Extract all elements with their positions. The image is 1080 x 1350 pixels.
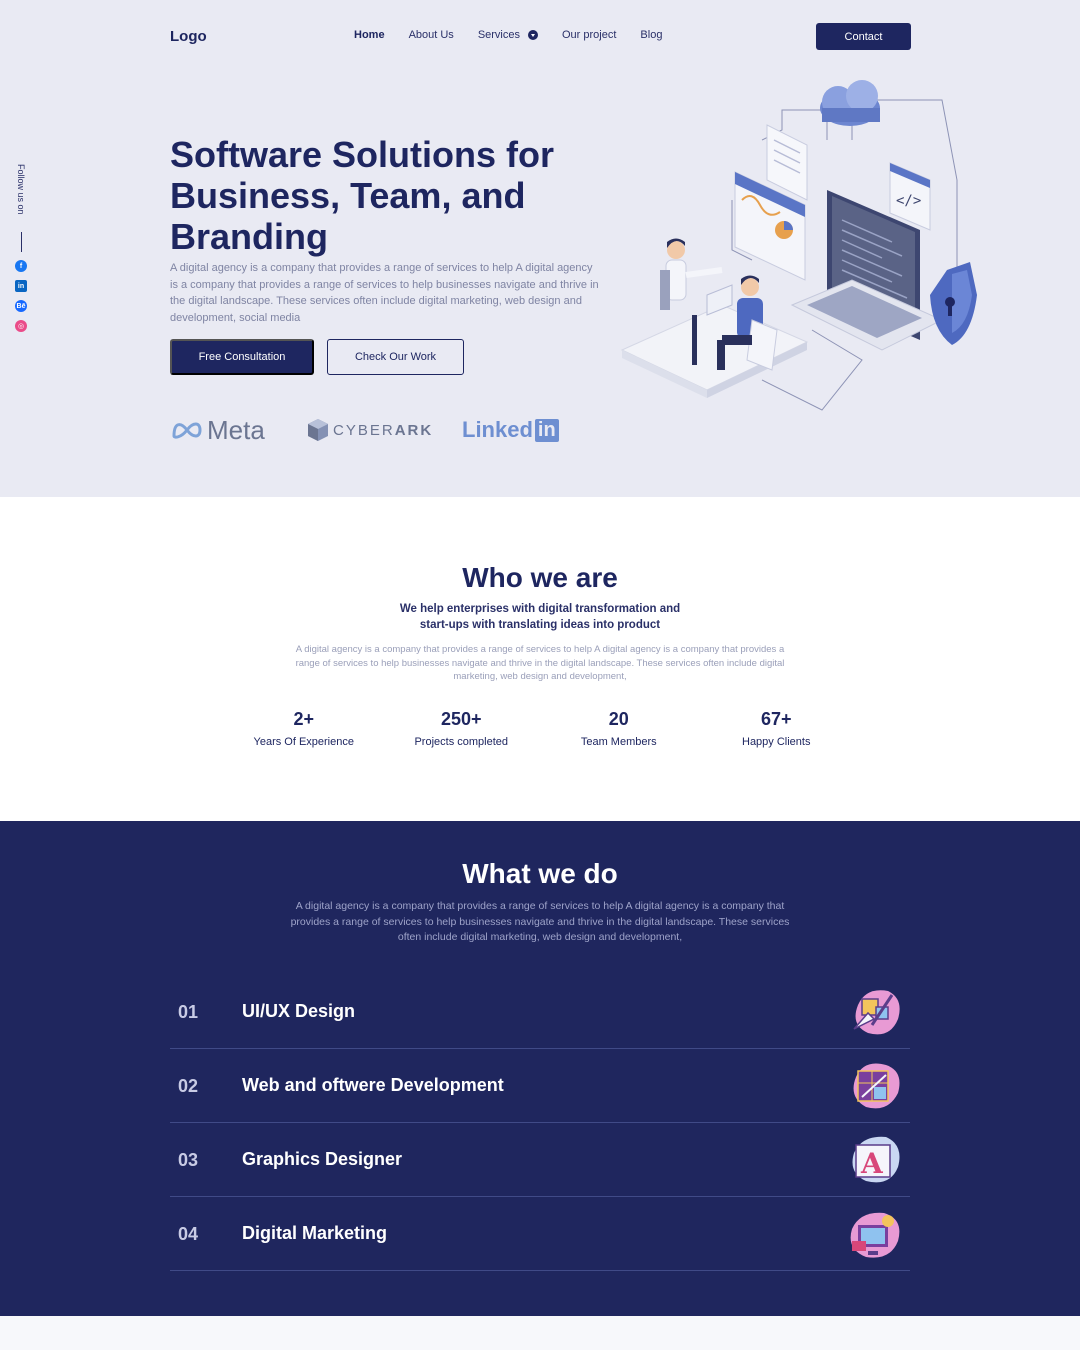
section-description: A digital agency is a company that provi…	[295, 644, 785, 682]
stat-label: Team Members	[580, 736, 657, 748]
service-title: Web and oftwere Development	[242, 1075, 504, 1095]
service-title: Graphics Designer	[242, 1149, 403, 1169]
stat-value: 2+	[293, 709, 315, 729]
cyberark-text-b: ARK	[394, 421, 434, 439]
cyberark-text-a: CYBER	[333, 421, 395, 439]
nav-home[interactable]: Home	[354, 29, 385, 41]
service-row-marketing[interactable]: 04 Digital Marketing	[170, 1197, 910, 1271]
footer-strip	[0, 1316, 1080, 1350]
nav-services-label: Services	[477, 29, 520, 41]
meta-infinity-icon	[172, 422, 202, 439]
linkedin-box: in	[534, 418, 559, 442]
cyberark-wordmark: CYBERARK	[333, 422, 433, 439]
who-we-are-section: Who we are We help enterprises with digi…	[0, 497, 1080, 821]
follow-label: Follow us on	[16, 164, 26, 215]
social-sidebar: Follow us on f in Bē ◎	[13, 164, 29, 332]
service-row-uiux[interactable]: 01 UI/UX Design	[170, 975, 910, 1049]
chevron-down-icon	[528, 30, 538, 40]
hero-description: A digital agency is a company that provi…	[170, 262, 599, 324]
web-grid-icon	[853, 1063, 900, 1109]
stat-value: 67+	[760, 709, 792, 729]
free-consultation-button[interactable]: Free Consultation	[170, 339, 314, 375]
main-nav: Home About Us Services Our project Blog	[354, 29, 686, 41]
logo[interactable]: Logo	[170, 28, 207, 45]
service-number: 04	[178, 1224, 199, 1244]
svg-text:</>: </>	[896, 193, 921, 209]
stat-item: 2+ Years Of Experience	[225, 709, 383, 748]
contact-button[interactable]: Contact	[816, 23, 911, 50]
nav-services[interactable]: Services	[478, 29, 538, 41]
meta-logo: Meta	[171, 414, 265, 446]
dribbble-icon[interactable]: ◎	[15, 320, 27, 332]
section-title: Who we are	[462, 562, 618, 593]
stat-value: 250+	[440, 709, 482, 729]
service-row-web[interactable]: 02 Web and oftwere Development	[170, 1049, 910, 1123]
what-we-do-section: What we do A digital agency is a company…	[0, 821, 1080, 1316]
design-tools-icon	[853, 990, 900, 1035]
stat-label: Happy Clients	[742, 736, 811, 748]
stats-row: 2+ Years Of Experience 250+ Projects compl…	[225, 709, 855, 748]
behance-icon[interactable]: Bē	[15, 300, 27, 312]
stat-item: 20 Team Members	[540, 709, 698, 748]
typography-icon: A	[852, 1136, 900, 1183]
divider	[21, 232, 22, 252]
check-our-work-button[interactable]: Check Our Work	[327, 339, 464, 375]
section-title: What we do	[462, 858, 618, 889]
stat-label: Years Of Experience	[253, 736, 354, 748]
hero-illustration: </>	[620, 80, 977, 411]
stat-label: Projects completed	[414, 736, 509, 748]
linkedin-icon[interactable]: in	[15, 280, 27, 292]
hero-title: Software Solutions for Business, Team, a…	[170, 134, 555, 257]
section-subtitle: We help enterprises with digital transfo…	[399, 603, 681, 631]
service-title: Digital Marketing	[242, 1223, 388, 1243]
nav-blog[interactable]: Blog	[640, 29, 662, 41]
stat-item: 250+ Projects completed	[383, 709, 541, 748]
stat-item: 67+ Happy Clients	[698, 709, 856, 748]
section-description: A digital agency is a company that provi…	[290, 900, 790, 943]
meta-wordmark: Meta	[207, 414, 265, 445]
service-number: 01	[178, 1002, 199, 1022]
marketing-icon	[850, 1212, 900, 1258]
svg-text:A: A	[860, 1147, 884, 1180]
service-row-graphics[interactable]: 03 Graphics Designer A	[170, 1123, 910, 1197]
cyberark-cube-icon	[308, 419, 328, 441]
linkedin-logo: Linked in	[462, 414, 559, 446]
service-number: 03	[178, 1150, 199, 1170]
nav-project[interactable]: Our project	[562, 29, 616, 41]
cloud-icon	[820, 80, 880, 126]
hero-section: Logo Home About Us Services Our project …	[0, 0, 1080, 497]
facebook-icon[interactable]: f	[15, 260, 27, 272]
service-title: UI/UX Design	[242, 1001, 356, 1021]
service-number: 02	[178, 1076, 199, 1096]
cyberark-logo: CYBERARK	[307, 414, 433, 446]
linkedin-text: Linked	[462, 417, 533, 442]
stat-value: 20	[608, 709, 629, 729]
nav-about[interactable]: About Us	[409, 29, 454, 41]
